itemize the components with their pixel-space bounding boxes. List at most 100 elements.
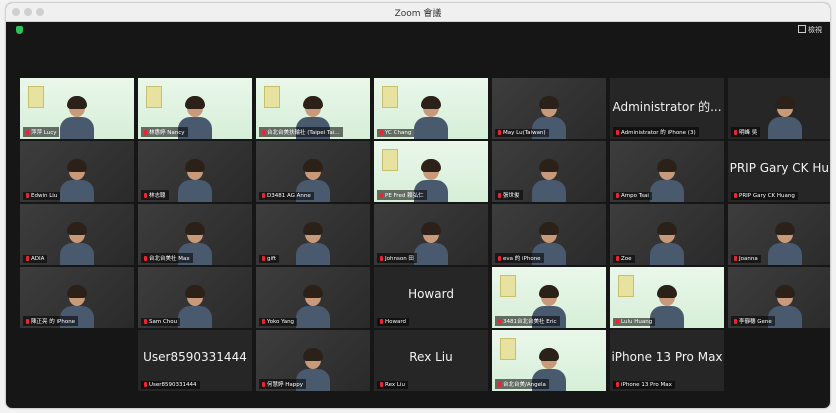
participant-tile[interactable]: Joanna [728,204,830,265]
participant-tile[interactable]: YC Chang [374,78,488,139]
participant-name-label: 台北台美/Angela [495,379,549,389]
participant-tile[interactable]: Sam Chou [138,267,252,328]
participant-tile[interactable]: 明峰 吳 [728,78,830,139]
participant-name-label: Howard [377,318,410,326]
participant-name-label: 林志聰 [141,190,169,200]
participant-tile[interactable]: 陳正亮 的 iPhone [20,267,134,328]
rotary-banner-icon [500,338,516,360]
participant-name-label: 萍萍 Lucy [23,127,60,137]
muted-mic-icon [498,319,501,324]
muted-mic-icon [734,319,737,324]
participant-tile[interactable]: Lulu Huang [610,267,724,328]
participant-tile[interactable]: 3481台北台美社 Eric [492,267,606,328]
muted-mic-icon [26,193,29,198]
participant-tile[interactable]: 萍萍 Lucy [20,78,134,139]
participant-display-name: iPhone 13 Pro Max [611,350,723,364]
participant-tile[interactable]: eva 的 iPhone [492,204,606,265]
muted-mic-icon [734,130,737,135]
window-title: Zoom 會議 [394,9,442,19]
rotary-banner-icon [382,86,398,108]
participant-tile[interactable]: PE Fred 賴弘仁 [374,141,488,202]
participant-tile[interactable]: ADIA [20,204,134,265]
participant-tile[interactable]: iPhone 13 Pro Max iPhone 13 Pro Max [610,330,724,391]
muted-mic-icon [616,319,619,324]
participant-tile[interactable]: User8590331444 User8590331444 [138,330,252,391]
rotary-banner-icon [618,275,634,297]
participant-tile[interactable]: 林志聰 [138,141,252,202]
participant-tile[interactable]: 張世俊 [492,141,606,202]
participant-name-text: iPhone 13 Pro Max [621,382,672,388]
muted-mic-icon [498,256,501,261]
muted-mic-icon [26,319,29,324]
participant-name-text: 台北台美扶輪社 (Taipei Tai... [267,130,340,136]
participant-tile[interactable]: PRIP Gary CK Hu... PRIP Gary CK Huang [728,141,830,202]
participant-name-label: 3481台北台美社 Eric [495,316,560,326]
participant-video-icon [648,221,686,265]
participant-tile[interactable]: Edwin Liu [20,141,134,202]
muted-mic-icon [144,193,147,198]
participant-name-text: YC Chang [385,130,412,136]
muted-mic-icon [616,256,619,261]
participant-name-label: eva 的 iPhone [495,253,544,263]
zoom-window: Zoom 會議 檢視 萍萍 Lucy 林惠婷 Nancy 台北台美扶輪社 (Taip… [6,3,830,408]
muted-mic-icon [734,256,737,261]
participant-tile[interactable]: May Lu(Taiwan) [492,78,606,139]
participant-name-text: 萍萍 Lucy [31,130,57,136]
participant-name-label: User8590331444 [141,381,200,389]
participant-tile[interactable]: 台北台美/Angela [492,330,606,391]
muted-mic-icon [616,130,619,135]
muted-mic-icon [26,256,29,261]
participant-tile[interactable]: 李靜穗 Gene [728,267,830,328]
muted-mic-icon [380,319,383,324]
participant-tile[interactable]: Howard Howard [374,267,488,328]
participant-name-text: Lulu Huang [621,319,653,325]
muted-mic-icon [144,319,147,324]
muted-mic-icon [616,193,619,198]
security-shield-icon[interactable] [16,26,23,34]
participant-name-text: 台北台美社 Max [149,256,190,262]
participant-name-text: ADIA [31,256,45,262]
participant-tile[interactable]: 台北台美社 Max [138,204,252,265]
rotary-banner-icon [146,86,162,108]
participant-tile[interactable]: 何慧婷 Happy [256,330,370,391]
participant-display-name: Howard [408,287,454,301]
participant-tile[interactable]: Yoko Yang [256,267,370,328]
participant-tile[interactable]: Administrator 的... Administrator 的 iPhone… [610,78,724,139]
participant-tile[interactable]: Zoe [610,204,724,265]
participant-tile[interactable]: Ampo Tsai [610,141,724,202]
participant-tile[interactable]: 林惠婷 Nancy [138,78,252,139]
participant-tile[interactable]: Johnson 田 [374,204,488,265]
participant-tile[interactable]: 台北台美扶輪社 (Taipei Tai... [256,78,370,139]
participant-name-text: Rex Liu [385,382,405,388]
participant-name-text: 林惠婷 Nancy [149,130,185,136]
participant-name-label: Sam Chou [141,318,181,326]
view-button[interactable]: 檢視 [798,25,822,35]
muted-mic-icon [498,382,501,387]
participant-video-icon [176,284,214,328]
participant-name-text: Administrator 的 iPhone (3) [621,130,696,136]
muted-mic-icon [262,193,265,198]
participant-name-text: Sam Chou [149,319,178,325]
participant-video-icon [58,95,96,139]
muted-mic-icon [498,130,501,135]
participant-name-label: Rex Liu [377,381,408,389]
participant-video-icon [648,158,686,202]
muted-mic-icon [262,130,265,135]
participant-tile[interactable]: Rex Liu Rex Liu [374,330,488,391]
participant-name-label: 李靜穗 Gene [731,316,775,326]
participant-tile[interactable]: gift [256,204,370,265]
participant-name-label: YC Chang [377,129,415,137]
participant-video-icon [58,221,96,265]
participant-display-name: Rex Liu [409,350,453,364]
participant-tile[interactable]: D3481 AG Anne [256,141,370,202]
muted-mic-icon [380,382,383,387]
participant-name-text: 台北台美/Angela [503,382,546,388]
participant-name-text: gift [267,256,277,262]
participant-video-icon [58,158,96,202]
participant-display-name: User8590331444 [143,350,247,364]
participant-name-label: Johnson 田 [377,253,417,263]
participant-name-text: Howard [385,319,407,325]
muted-mic-icon [144,256,147,261]
title-bar: Zoom 會議 [6,3,830,22]
rotary-banner-icon [264,86,280,108]
